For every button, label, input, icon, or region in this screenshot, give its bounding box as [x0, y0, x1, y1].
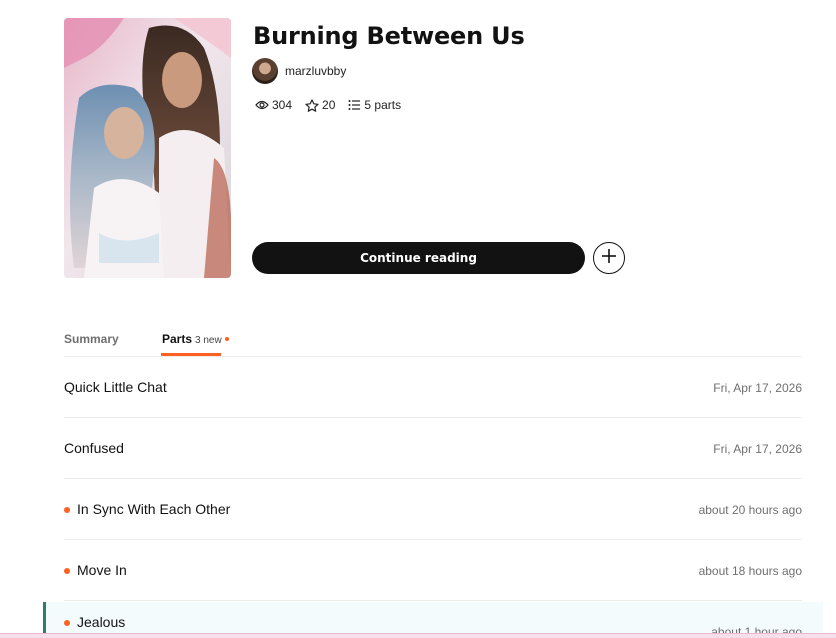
part-date: Fri, Apr 17, 2026 [713, 381, 802, 395]
reads-stat: 304 [255, 98, 292, 112]
continue-reading-button[interactable]: Continue reading [252, 242, 585, 274]
part-title[interactable]: Quick Little Chat [64, 379, 167, 395]
reads-count: 304 [272, 98, 293, 112]
part-row[interactable]: In Sync With Each Other about 20 hours a… [64, 479, 802, 540]
votes-count: 20 [322, 98, 336, 112]
new-part-dot [64, 507, 70, 513]
author-name[interactable]: marzluvbby [285, 64, 346, 78]
part-title[interactable]: Move In [77, 562, 127, 578]
new-indicator-dot [224, 337, 229, 341]
part-row[interactable]: Confused Fri, Apr 17, 2026 [64, 418, 802, 479]
story-cover-image[interactable] [64, 18, 231, 278]
part-date: about 20 hours ago [698, 503, 802, 517]
tab-parts[interactable]: Parts 3 new [162, 332, 229, 346]
parts-stat: 5 parts [348, 98, 401, 112]
add-to-library-button[interactable] [593, 242, 625, 274]
story-title: Burning Between Us [253, 22, 525, 50]
story-tabs: Summary Parts 3 new [64, 324, 802, 357]
part-title[interactable]: Jealous [77, 614, 125, 630]
new-parts-count: 3 new [195, 335, 222, 346]
part-title[interactable]: In Sync With Each Other [77, 501, 230, 517]
part-row[interactable]: Quick Little Chat Fri, Apr 17, 2026 [64, 357, 802, 418]
plus-icon [600, 247, 618, 270]
parts-count: 5 parts [364, 98, 402, 112]
new-part-dot [64, 568, 70, 574]
star-icon [305, 98, 319, 112]
new-part-dot [64, 620, 70, 626]
part-date: about 18 hours ago [698, 564, 802, 578]
tab-parts-label: Parts [162, 332, 193, 346]
story-stats: 304 20 5 parts [255, 98, 414, 112]
tab-summary[interactable]: Summary [64, 332, 119, 346]
eye-icon [255, 99, 269, 111]
part-row[interactable]: Move In about 18 hours ago [64, 540, 802, 601]
active-tab-indicator [161, 353, 221, 356]
list-icon [348, 99, 361, 111]
author-avatar[interactable] [252, 58, 278, 84]
part-date: Fri, Apr 17, 2026 [713, 442, 802, 456]
author-link[interactable]: marzluvbby [252, 58, 346, 84]
story-page: Burning Between Us marzluvbby 304 20 5 p… [0, 0, 836, 638]
votes-stat: 20 [305, 98, 335, 112]
part-title[interactable]: Confused [64, 440, 124, 456]
bottom-bar [0, 633, 836, 638]
